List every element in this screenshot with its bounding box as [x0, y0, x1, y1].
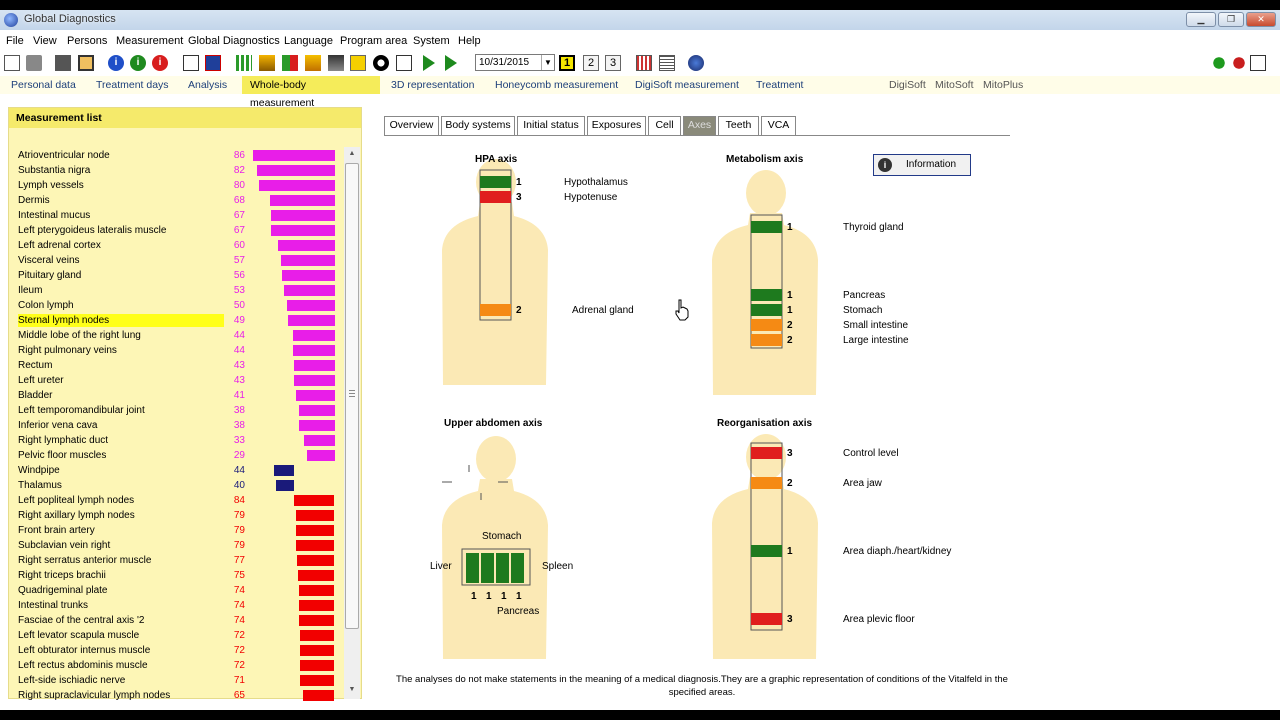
upper-abdomen-pancreas-label: Pancreas: [497, 606, 540, 617]
upper-abdomen-level: 1: [516, 591, 522, 602]
hpa-hypothalamus-marker: [480, 176, 511, 188]
hpa-label: Hypothalamus: [564, 177, 628, 188]
upper-abdomen-level: 1: [471, 591, 477, 602]
hpa-hypotenuse-marker: [480, 191, 511, 203]
reorganisation-level: 2: [787, 478, 793, 489]
metabolism-label: Stomach: [843, 305, 883, 316]
hpa-label: Hypotenuse: [564, 192, 618, 203]
hpa-level: 2: [516, 305, 522, 316]
hpa-axis-title: HPA axis: [475, 154, 518, 165]
metabolism-small-intestine-marker: [751, 319, 782, 331]
upper-abdomen-stomach-marker: [481, 553, 494, 583]
metabolism-label: Thyroid gland: [843, 222, 904, 233]
upper-abdomen-level: 1: [501, 591, 507, 602]
metabolism-thyroid-marker: [751, 221, 782, 233]
metabolism-axis-title: Metabolism axis: [726, 154, 804, 165]
upper-abdomen-body-silhouette: [442, 436, 548, 659]
upper-abdomen-axis-title: Upper abdomen axis: [444, 418, 543, 429]
metabolism-label: Pancreas: [843, 290, 886, 301]
metabolism-level: 1: [787, 305, 793, 316]
reorganisation-label: Area diaph./heart/kidney: [843, 546, 952, 557]
reorganisation-diaph-marker: [751, 545, 782, 557]
metabolism-level: 1: [787, 290, 793, 301]
hpa-adrenal-marker: [480, 304, 511, 316]
upper-abdomen-stomach-label: Stomach: [482, 531, 522, 542]
app-window: Global Diagnostics ▁ ❐ ✕ File View Perso…: [0, 10, 1280, 710]
hpa-level: 1: [516, 177, 522, 188]
metabolism-label: Small intestine: [843, 320, 909, 331]
reorganisation-pelvic-marker: [751, 613, 782, 625]
upper-abdomen-spleen-marker: [511, 553, 524, 583]
axes-diagram: [442, 159, 818, 659]
reorganisation-level: 1: [787, 546, 793, 557]
metabolism-level: 2: [787, 335, 793, 346]
reorganisation-label: Area plevic floor: [843, 614, 915, 625]
metabolism-level: 1: [787, 222, 793, 233]
metabolism-body-silhouette: [712, 170, 818, 395]
hand-cursor-icon: [675, 299, 689, 321]
reorganisation-jaw-marker: [751, 477, 782, 489]
hpa-level: 3: [516, 192, 522, 203]
metabolism-level: 2: [787, 320, 793, 331]
reorganisation-axis-title: Reorganisation axis: [717, 418, 813, 429]
metabolism-label: Large intestine: [843, 335, 909, 346]
reorganisation-level: 3: [787, 448, 793, 459]
upper-abdomen-pancreas-marker: [496, 553, 509, 583]
reorganisation-control-marker: [751, 447, 782, 459]
reorganisation-level: 3: [787, 614, 793, 625]
reorganisation-label: Area jaw: [843, 478, 882, 489]
reorganisation-label: Control level: [843, 448, 899, 459]
metabolism-large-intestine-marker: [751, 334, 782, 346]
upper-abdomen-spleen-label: Spleen: [542, 561, 574, 572]
upper-abdomen-liver-label: Liver: [430, 561, 452, 572]
metabolism-stomach-marker: [751, 304, 782, 316]
upper-abdomen-liver-marker: [466, 553, 479, 583]
hpa-label: Adrenal gland: [572, 305, 634, 316]
metabolism-pancreas-marker: [751, 289, 782, 301]
upper-abdomen-level: 1: [486, 591, 492, 602]
disclaimer-text: The analyses do not make statements in t…: [396, 674, 1008, 698]
